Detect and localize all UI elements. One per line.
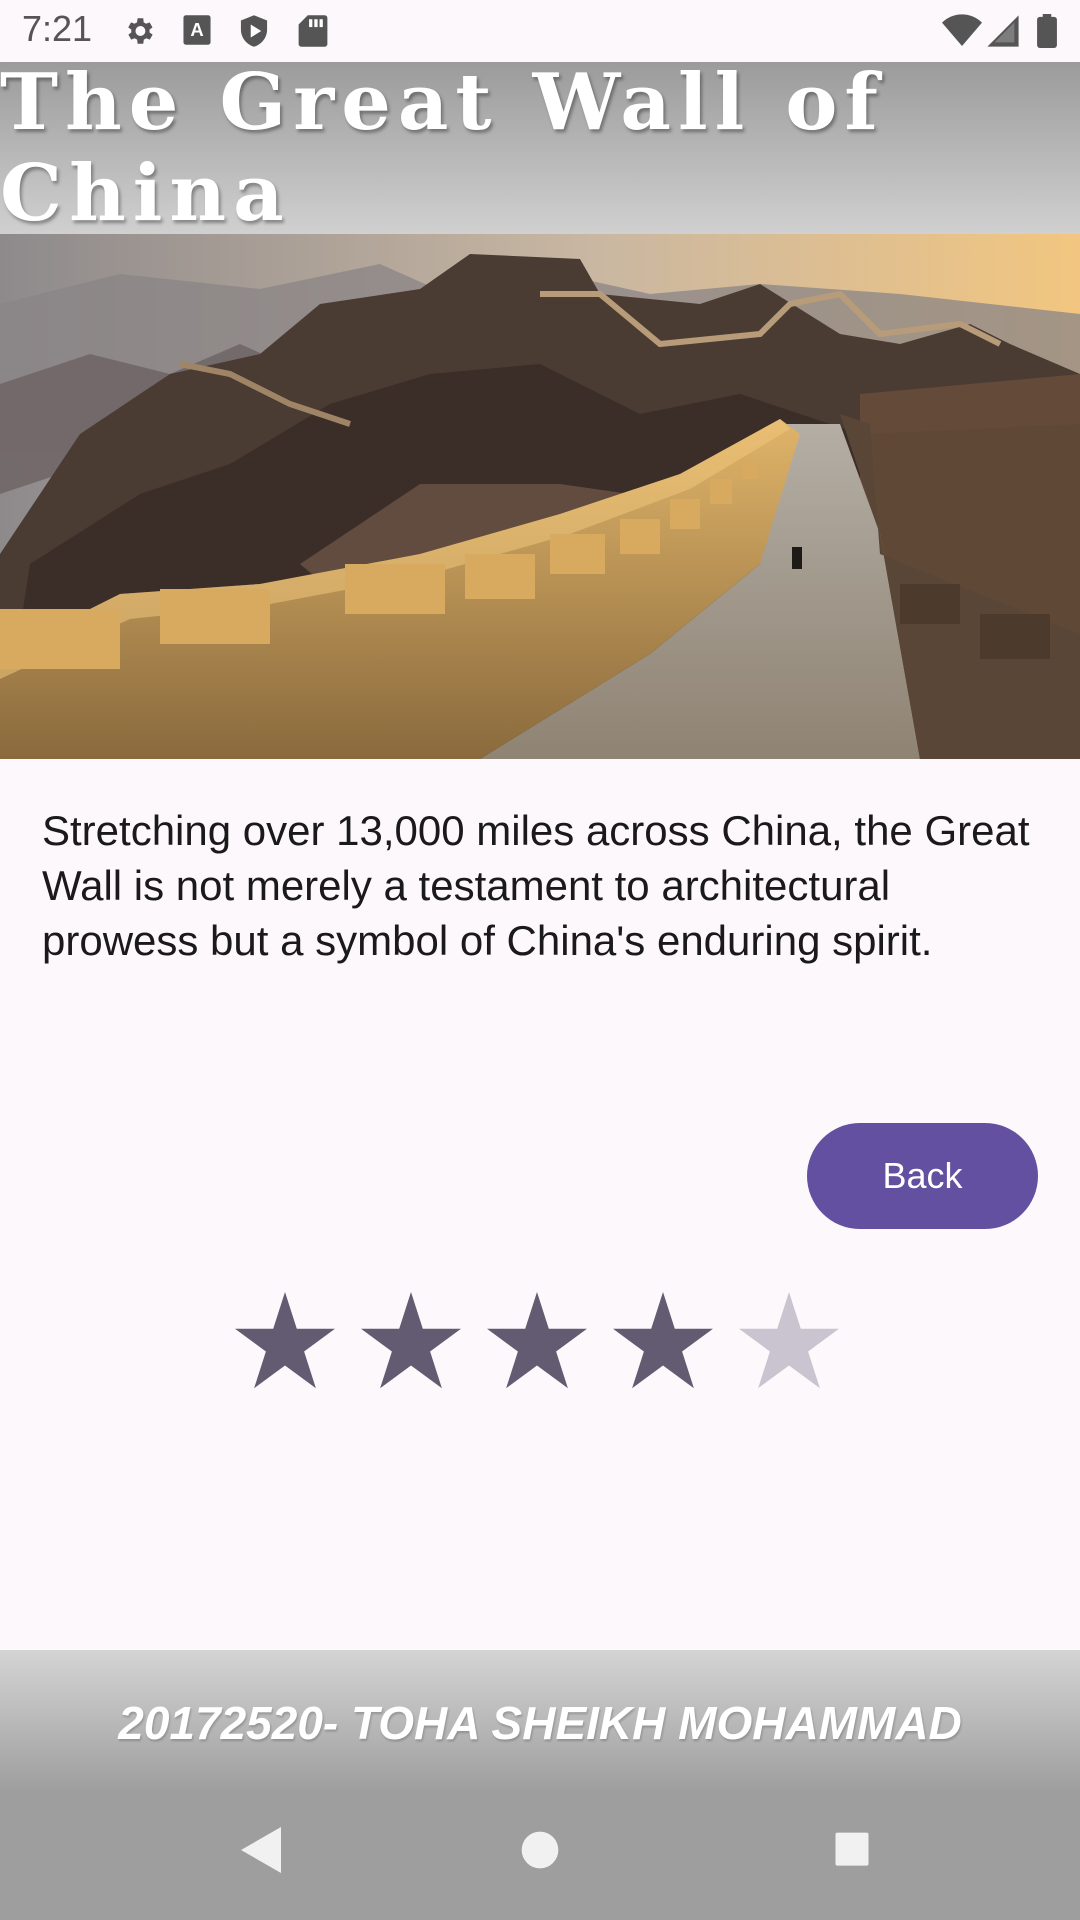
star-3-icon [487, 1292, 587, 1389]
star-4-icon [613, 1292, 713, 1389]
home-circle-icon[interactable] [518, 1823, 562, 1877]
signal-icon [987, 15, 1019, 47]
gear-icon [128, 18, 153, 44]
status-bar: 7:21 A [0, 0, 1080, 62]
footer-bar: 20172520- TOHA SHEIKH MOHAMMAD [0, 1650, 1080, 1795]
description-text: Stretching over 13,000 miles across Chin… [42, 807, 1030, 964]
star-5-empty-icon [739, 1292, 839, 1389]
sd-card-icon [298, 15, 328, 47]
back-triangle-icon[interactable] [237, 1823, 285, 1877]
svg-text:A: A [190, 19, 203, 40]
footer-text: 20172520- TOHA SHEIKH MOHAMMAD [118, 1696, 962, 1749]
system-nav-bar [0, 1795, 1080, 1920]
rating-bar[interactable] [232, 1287, 852, 1397]
play-protect-icon [240, 15, 268, 47]
app-header: The Great Wall of China [0, 57, 1080, 239]
back-button[interactable]: Back [807, 1123, 1038, 1229]
star-1-icon [235, 1292, 335, 1389]
wifi-icon [942, 14, 982, 46]
status-time: 7:21 [22, 8, 93, 49]
page-title: The Great Wall of China [0, 57, 885, 239]
battery-icon [1037, 14, 1057, 48]
great-wall-photo [0, 234, 1080, 759]
star-2-icon [361, 1292, 461, 1389]
recents-square-icon[interactable] [830, 1823, 874, 1877]
a-keyboard-icon: A [183, 15, 211, 45]
